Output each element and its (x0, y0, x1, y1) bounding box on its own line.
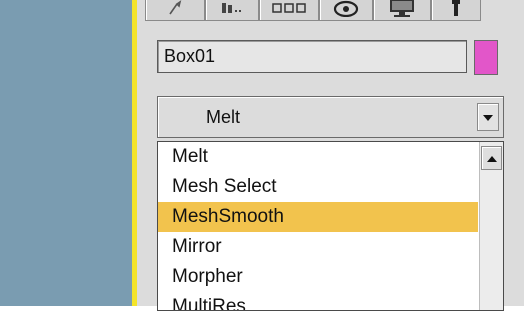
create-icon (167, 0, 183, 16)
tab-hierarchy[interactable] (259, 0, 319, 21)
list-item-multires[interactable]: MultiRes (158, 292, 478, 310)
tab-motion[interactable] (319, 0, 373, 21)
tab-modify[interactable] (205, 0, 259, 21)
list-item-meshsmooth[interactable]: MeshSmooth (158, 202, 478, 232)
modifier-dropdown-list[interactable]: Melt Mesh Select MeshSmooth Mirror Morph… (157, 141, 504, 311)
chevron-down-icon (483, 108, 493, 126)
chevron-up-icon (486, 149, 497, 167)
dropdown-arrow-button[interactable] (477, 103, 499, 131)
motion-icon (333, 0, 359, 17)
list-item-melt[interactable]: Melt (158, 142, 478, 172)
modify-icon (221, 1, 243, 15)
modifier-list-value: Melt (206, 107, 241, 127)
command-panel: Box01 Melt Melt Mesh Select MeshSmooth M… (137, 0, 524, 311)
list-item-mirror[interactable]: Mirror (158, 232, 478, 262)
tab-utilities[interactable] (431, 0, 481, 21)
scroll-up-button[interactable] (481, 146, 502, 170)
viewport-area[interactable] (0, 0, 132, 306)
object-name-field[interactable]: Box01 (157, 40, 467, 73)
list-scrollbar[interactable] (479, 142, 503, 310)
tab-create[interactable] (145, 0, 205, 21)
object-color-swatch[interactable] (474, 40, 498, 75)
hierarchy-icon (272, 2, 306, 14)
utilities-icon (451, 0, 461, 18)
list-item-mesh-select[interactable]: Mesh Select (158, 172, 478, 202)
list-item-morpher[interactable]: Morpher (158, 262, 478, 292)
command-panel-tabs (145, 0, 524, 26)
tab-display[interactable] (373, 0, 431, 21)
display-icon (387, 0, 417, 18)
modifier-list-dropdown[interactable]: Melt (157, 96, 504, 138)
